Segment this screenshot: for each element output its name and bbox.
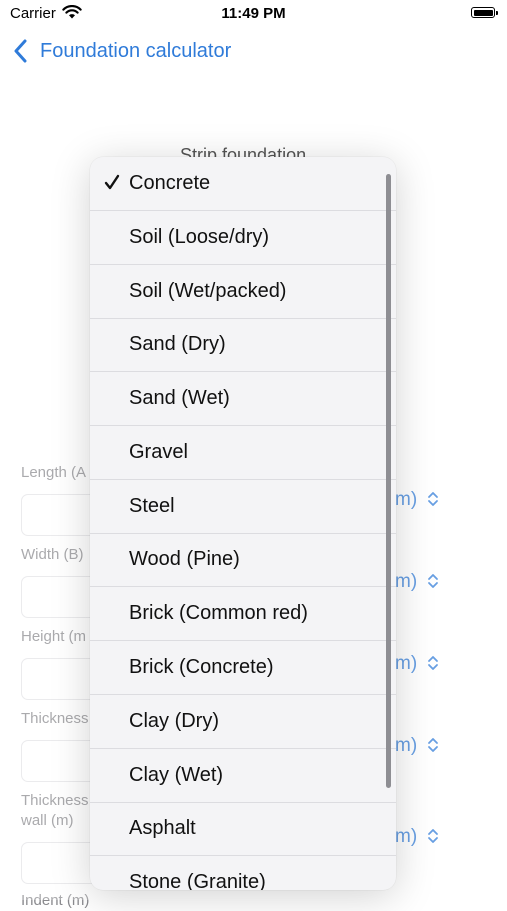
menu-item-brick-common-red[interactable]: Brick (Common red) — [90, 587, 396, 641]
back-button-label: Foundation calculator — [40, 39, 232, 62]
menu-item-clay-wet[interactable]: Clay (Wet) — [90, 749, 396, 803]
status-bar: Carrier 11:49 PM — [0, 0, 507, 30]
menu-item-label: Brick (Concrete) — [129, 656, 274, 678]
back-button[interactable]: Foundation calculator — [14, 39, 231, 63]
menu-item-label: Gravel — [129, 441, 188, 463]
menu-item-asphalt[interactable]: Asphalt — [90, 802, 396, 856]
menu-item-sand-dry[interactable]: Sand (Dry) — [90, 318, 396, 372]
menu-item-sand-wet[interactable]: Sand (Wet) — [90, 372, 396, 426]
menu-item-label: Soil (Wet/packed) — [129, 280, 287, 302]
menu-item-label: Brick (Common red) — [129, 602, 308, 624]
menu-item-label: Concrete — [129, 172, 211, 194]
chevron-left-icon — [14, 39, 27, 63]
menu-item-wood-pine[interactable]: Wood (Pine) — [90, 533, 396, 587]
navigation-bar: Foundation calculator — [0, 30, 507, 75]
menu-item-gravel[interactable]: Gravel — [90, 426, 396, 480]
menu-item-label: Wood (Pine) — [129, 548, 240, 570]
menu-item-label: Sand (Dry) — [129, 333, 226, 355]
material-dropdown-menu: Concrete Soil (Loose/dry) Soil (Wet/pack… — [90, 157, 396, 890]
menu-item-label: Clay (Wet) — [129, 764, 224, 786]
menu-item-label: Asphalt — [129, 817, 196, 839]
menu-item-concrete[interactable]: Concrete — [90, 157, 396, 211]
menu-scrollbar[interactable] — [386, 174, 391, 788]
menu-item-label: Sand (Wet) — [129, 387, 230, 409]
clock: 11:49 PM — [221, 5, 286, 22]
menu-item-stone-granite[interactable]: Stone (Granite) — [90, 856, 396, 890]
menu-item-soil-loose-dry[interactable]: Soil (Loose/dry) — [90, 211, 396, 265]
menu-item-clay-dry[interactable]: Clay (Dry) — [90, 695, 396, 749]
menu-item-label: Steel — [129, 495, 175, 517]
menu-item-label: Clay (Dry) — [129, 710, 219, 732]
menu-item-soil-wet-packed[interactable]: Soil (Wet/packed) — [90, 265, 396, 319]
checkmark-icon — [104, 174, 120, 190]
menu-item-steel[interactable]: Steel — [90, 480, 396, 534]
menu-item-label: Soil (Loose/dry) — [129, 226, 270, 248]
menu-item-brick-concrete[interactable]: Brick (Concrete) — [90, 641, 396, 695]
battery-icon — [471, 7, 498, 18]
menu-item-label: Stone (Granite) — [129, 871, 266, 890]
